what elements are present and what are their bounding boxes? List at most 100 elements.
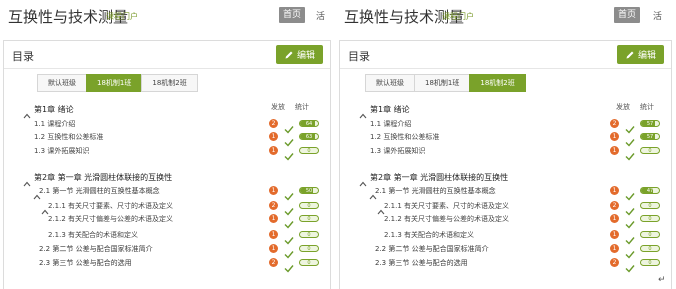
course-portal-link[interactable]: 课程门户 xyxy=(442,11,474,22)
home-button[interactable]: 首页 xyxy=(279,7,306,23)
tab-class-2[interactable]: 18机制2班 xyxy=(141,74,198,92)
lesson-title[interactable]: 1.3 课外拓展知识 xyxy=(370,146,425,156)
toc-row[interactable]: 2.3 第三节 公差与配合的选用 2 0 xyxy=(4,258,330,273)
check-icon[interactable] xyxy=(625,132,635,147)
stats-pill[interactable]: 0 xyxy=(299,215,319,222)
check-icon[interactable] xyxy=(625,201,635,216)
edit-button[interactable]: 编辑 xyxy=(276,45,323,64)
lesson-title[interactable]: 1.1 课程介绍 xyxy=(34,119,75,129)
stats-pill[interactable]: 57 xyxy=(640,133,660,140)
tab-class-0[interactable]: 默认班级 xyxy=(365,74,415,92)
check-icon[interactable] xyxy=(625,214,635,229)
collapse-caret-icon[interactable] xyxy=(23,105,31,119)
stats-pill[interactable]: 0 xyxy=(299,259,319,266)
stats-pill[interactable]: 57 xyxy=(640,120,660,127)
stats-pill-value: 0 xyxy=(648,203,652,209)
toc-row[interactable]: 2.1 第一节 光滑圆柱的互换性基本概念 1 50 xyxy=(4,186,330,201)
check-icon[interactable] xyxy=(284,146,294,161)
stats-pill[interactable]: 0 xyxy=(640,202,660,209)
lesson-title[interactable]: 2.1.3 有关配合的术语和定义 xyxy=(384,230,474,240)
chapter-row[interactable]: 第1章 绪论 xyxy=(4,105,330,119)
check-icon[interactable] xyxy=(284,230,294,245)
stats-pill[interactable]: 0 xyxy=(640,259,660,266)
check-icon[interactable] xyxy=(625,244,635,259)
stats-pill[interactable]: 0 xyxy=(299,231,319,238)
stats-pill[interactable]: 0 xyxy=(640,215,660,222)
lesson-title[interactable]: 2.3 第三节 公差与配合的选用 xyxy=(375,258,468,268)
lesson-title[interactable]: 2.3 第三节 公差与配合的选用 xyxy=(39,258,132,268)
check-icon[interactable] xyxy=(284,201,294,216)
tab-class-1[interactable]: 18机制1班 xyxy=(414,74,471,92)
stats-pill[interactable]: 63 xyxy=(299,133,319,140)
toc-row[interactable]: 1.2 互换性和公差标准 1 57 xyxy=(340,132,671,147)
edit-button[interactable]: 编辑 xyxy=(617,45,664,64)
pencil-icon xyxy=(284,50,294,60)
check-icon[interactable] xyxy=(284,258,294,273)
lesson-title[interactable]: 2.1.2 有关尺寸偏差与公差的术语及定义 xyxy=(48,214,173,224)
check-icon[interactable] xyxy=(284,214,294,229)
tab-class-1[interactable]: 18机制1班 xyxy=(86,74,143,92)
lesson-title[interactable]: 2.1.3 有关配合的术语和定义 xyxy=(48,230,138,240)
lesson-title[interactable]: 2.1 第一节 光滑圆柱的互换性基本概念 xyxy=(375,186,496,196)
lesson-title[interactable]: 2.1.1 有关尺寸要素、尺寸的术语及定义 xyxy=(48,201,173,211)
toc-row[interactable]: 2.2 第二节 公差与配合国家标准简介 1 0 xyxy=(340,244,671,259)
stats-pill[interactable]: 0 xyxy=(299,202,319,209)
lesson-title[interactable]: 2.1.1 有关尺寸要素、尺寸的术语及定义 xyxy=(384,201,509,211)
check-icon[interactable] xyxy=(625,258,635,273)
check-icon[interactable] xyxy=(625,186,635,201)
tab-class-0[interactable]: 默认班级 xyxy=(37,74,87,92)
stats-pill[interactable]: 50 xyxy=(299,187,319,194)
chapter-title[interactable]: 第1章 绪论 xyxy=(370,105,410,115)
toc-row[interactable]: 2.1.3 有关配合的术语和定义 1 0 xyxy=(340,230,671,245)
chapter-row[interactable]: 第2章 第一章 光滑圆柱体联接的互换性 xyxy=(340,173,671,187)
lesson-title[interactable]: 2.2 第二节 公差与配合国家标准简介 xyxy=(39,244,153,254)
toc-row[interactable]: 1.3 课外拓展知识 1 0 xyxy=(340,146,671,161)
check-icon[interactable] xyxy=(284,186,294,201)
toc-row[interactable]: 2.2 第二节 公差与配合国家标准简介 1 0 xyxy=(4,244,330,259)
collapse-caret-icon[interactable] xyxy=(359,105,367,119)
check-icon[interactable] xyxy=(284,132,294,147)
toc-row[interactable]: 2.1.1 有关尺寸要素、尺寸的术语及定义 2 0 xyxy=(4,201,330,216)
toc-row[interactable]: 2.1 第一节 光滑圆柱的互换性基本概念 1 47 xyxy=(340,186,671,201)
lesson-title[interactable]: 2.1.2 有关尺寸偏差与公差的术语及定义 xyxy=(384,214,509,224)
lesson-title[interactable]: 1.3 课外拓展知识 xyxy=(34,146,89,156)
home-button[interactable]: 首页 xyxy=(614,7,641,23)
toc-row[interactable]: 2.3 第三节 公差与配合的选用 2 0 xyxy=(340,258,671,273)
chapter-row[interactable]: 第1章 绪论 xyxy=(340,105,671,119)
lesson-title[interactable]: 2.1 第一节 光滑圆柱的互换性基本概念 xyxy=(39,186,160,196)
collapse-caret-icon[interactable] xyxy=(23,173,31,187)
toc-row[interactable]: 1.3 课外拓展知识 1 0 xyxy=(4,146,330,161)
chapter-title[interactable]: 第2章 第一章 光滑圆柱体联接的互换性 xyxy=(34,173,172,183)
nav-item-partial[interactable]: 活 xyxy=(653,9,662,22)
stats-pill[interactable]: 0 xyxy=(640,231,660,238)
check-icon[interactable] xyxy=(284,244,294,259)
chapter-title[interactable]: 第1章 绪论 xyxy=(34,105,74,115)
stats-pill[interactable]: 0 xyxy=(299,245,319,252)
chapter-title[interactable]: 第2章 第一章 光滑圆柱体联接的互换性 xyxy=(370,173,508,183)
nav-item-partial[interactable]: 活 xyxy=(316,9,325,22)
check-icon[interactable] xyxy=(625,119,635,134)
check-icon[interactable] xyxy=(625,230,635,245)
lesson-title[interactable]: 1.2 互换性和公差标准 xyxy=(370,132,439,142)
lesson-title[interactable]: 1.2 互换性和公差标准 xyxy=(34,132,103,142)
toc-row[interactable]: 1.1 课程介绍 2 64 xyxy=(4,119,330,134)
lesson-title[interactable]: 1.1 课程介绍 xyxy=(370,119,411,129)
check-icon[interactable] xyxy=(625,146,635,161)
check-icon[interactable] xyxy=(284,119,294,134)
stats-pill[interactable]: 0 xyxy=(299,147,319,154)
stats-pill[interactable]: 0 xyxy=(640,147,660,154)
toc-row[interactable]: 2.1.2 有关尺寸偏差与公差的术语及定义 1 0 xyxy=(4,214,330,229)
lesson-title[interactable]: 2.2 第二节 公差与配合国家标准简介 xyxy=(375,244,489,254)
stats-pill[interactable]: 64 xyxy=(299,120,319,127)
toc-row[interactable]: 2.1.2 有关尺寸偏差与公差的术语及定义 1 0 xyxy=(340,214,671,229)
tab-class-2[interactable]: 18机制2班 xyxy=(469,74,526,92)
toc-row[interactable]: 2.1.1 有关尺寸要素、尺寸的术语及定义 2 0 xyxy=(340,201,671,216)
collapse-caret-icon[interactable] xyxy=(359,173,367,187)
chapter-row[interactable]: 第2章 第一章 光滑圆柱体联接的互换性 xyxy=(4,173,330,187)
course-portal-link[interactable]: 课程门户 xyxy=(106,11,138,22)
stats-pill[interactable]: 47 xyxy=(640,187,660,194)
toc-row[interactable]: 1.2 互换性和公差标准 1 63 xyxy=(4,132,330,147)
toc-row[interactable]: 2.1.3 有关配合的术语和定义 1 0 xyxy=(4,230,330,245)
toc-row[interactable]: 1.1 课程介绍 2 57 xyxy=(340,119,671,134)
stats-pill[interactable]: 0 xyxy=(640,245,660,252)
